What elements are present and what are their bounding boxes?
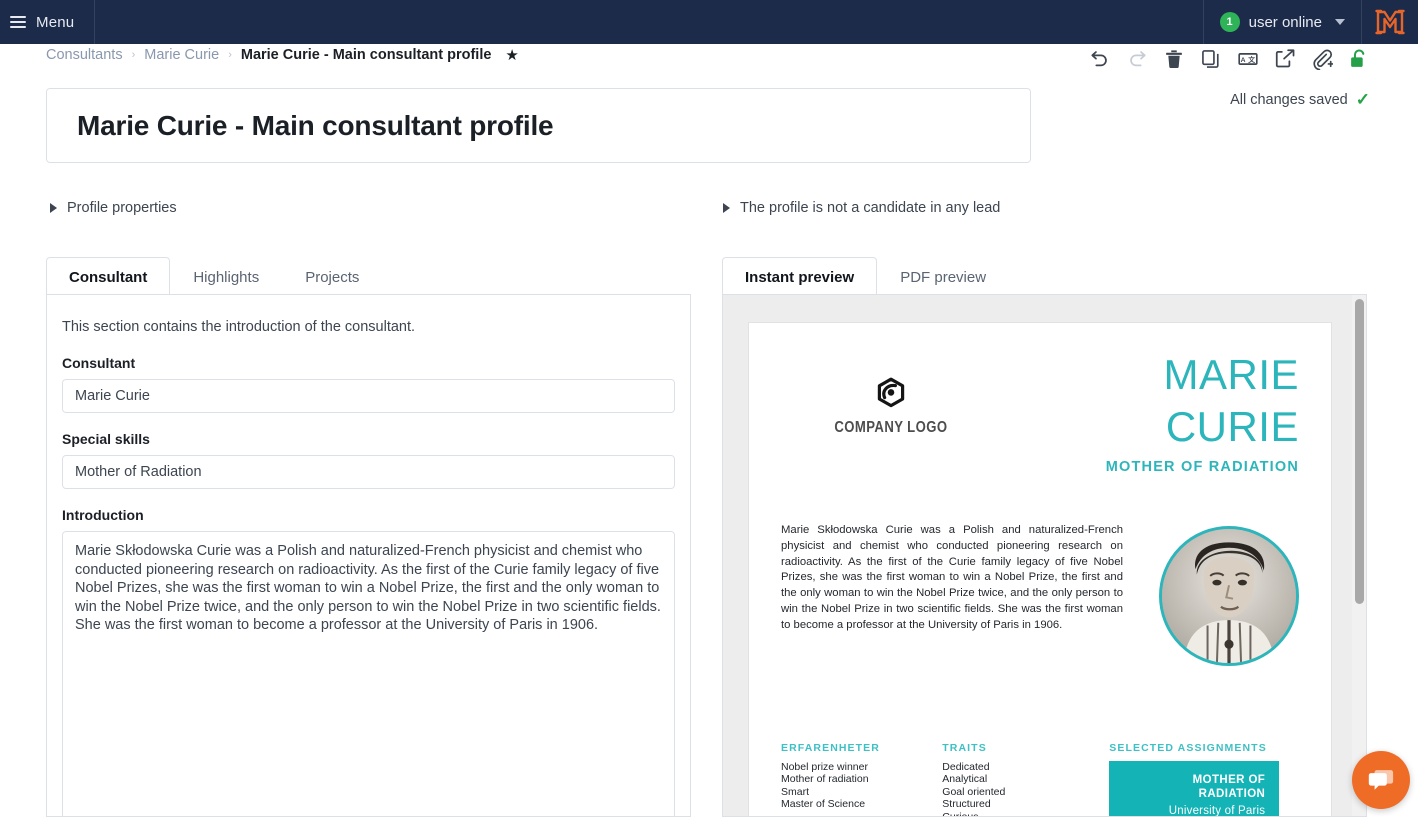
company-logo-icon <box>877 377 905 408</box>
chevron-right-icon <box>723 203 730 213</box>
field-label-consultant: Consultant <box>62 355 136 371</box>
list-item: Smart <box>781 785 810 798</box>
field-special-skills: Special skills <box>62 431 675 489</box>
translate-icon[interactable]: A 文 <box>1237 48 1259 70</box>
svg-text:A: A <box>1241 57 1246 64</box>
cv-column-assignments: SELECTED ASSIGNMENTS MOTHER OF RADIATION… <box>1109 742 1299 817</box>
field-label-special-skills: Special skills <box>62 431 150 447</box>
list-item: Dedicated <box>942 761 990 773</box>
list-item: Analytical <box>942 773 988 786</box>
attachment-icon[interactable] <box>1311 48 1334 71</box>
breadcrumb-separator: › <box>131 49 136 61</box>
cv-name-line-1: MARIE <box>1163 351 1299 398</box>
heading-traits: TRAITS <box>942 742 987 754</box>
cv-column-experience: ERFARENHETER Nobel prize winner Mother o… <box>781 742 942 816</box>
brand-m-logo[interactable] <box>1362 0 1418 44</box>
list-item: Nobel prize winner <box>781 761 868 773</box>
list-item: Mother of radiation <box>781 773 869 786</box>
list-item: Master of Science <box>781 798 866 811</box>
field-consultant: Consultant <box>62 355 675 413</box>
breadcrumb-current: Marie Curie - Main consultant profile <box>240 47 492 63</box>
special-skills-input[interactable] <box>62 455 675 489</box>
preview-scrollbar-track[interactable] <box>1352 295 1366 816</box>
menu-label: Menu <box>36 13 75 31</box>
company-logo-text: COMPANY LOGO <box>834 419 948 436</box>
tab-pdf-preview[interactable]: PDF preview <box>877 257 1009 297</box>
cv-subtitle: MOTHER OF RADIATION <box>1105 459 1299 475</box>
save-status-label: All changes saved <box>1230 92 1348 108</box>
cv-document: COMPANY LOGO MARIE CURIE MOTHER OF RADIA… <box>748 322 1332 817</box>
cv-columns: ERFARENHETER Nobel prize winner Mother o… <box>781 742 1299 817</box>
user-online-label: user online <box>1248 13 1322 31</box>
cv-header: COMPANY LOGO MARIE CURIE MOTHER OF RADIA… <box>781 349 1299 475</box>
assignment-title-line-2: RADIATION <box>1198 787 1266 800</box>
consultant-form-panel: This section contains the introduction o… <box>46 294 691 817</box>
collapsible-label: Profile properties <box>67 200 177 216</box>
user-online-dropdown[interactable]: 1 user online <box>1202 0 1362 44</box>
list-item: Curious <box>942 810 979 817</box>
cv-name-block: MARIE CURIE MOTHER OF RADIATION <box>1106 349 1299 475</box>
breadcrumb-item-consultants[interactable]: Consultants <box>46 47 123 63</box>
list-item: Goal oriented <box>942 785 1006 798</box>
menu-button[interactable]: Menu <box>0 0 96 44</box>
chevron-right-icon <box>50 203 57 213</box>
section-description: This section contains the introduction o… <box>62 319 416 335</box>
collapsible-label: The profile is not a candidate in any le… <box>740 200 1001 216</box>
collapsible-profile-properties[interactable]: Profile properties <box>50 200 177 216</box>
breadcrumb: Consultants › Marie Curie › Marie Curie … <box>46 46 519 64</box>
consultant-input[interactable] <box>62 379 675 413</box>
tab-projects[interactable]: Projects <box>282 257 382 297</box>
field-label-introduction: Introduction <box>62 507 144 523</box>
check-icon: ✓ <box>1355 90 1370 109</box>
hamburger-icon <box>10 16 26 28</box>
save-status: All changes saved ✓ <box>1230 90 1370 110</box>
trash-icon[interactable] <box>1163 48 1185 70</box>
page-title-card[interactable]: Marie Curie - Main consultant profile <box>46 88 1031 163</box>
chevron-down-icon <box>1335 19 1345 25</box>
instant-preview-panel: COMPANY LOGO MARIE CURIE MOTHER OF RADIA… <box>722 294 1367 817</box>
assignment-card: MOTHER OF RADIATION University of Paris … <box>1109 761 1280 817</box>
redo-icon[interactable] <box>1126 48 1148 70</box>
company-logo-block: COMPANY LOGO <box>781 349 1001 437</box>
field-introduction: Introduction Marie Skłodowska Curie was … <box>62 507 675 816</box>
breadcrumb-separator: › <box>228 49 232 61</box>
cv-column-traits: TRAITS Dedicated Analytical Goal oriente… <box>942 742 1109 817</box>
top-navbar: Menu 1 user online <box>0 0 1418 44</box>
tab-consultant[interactable]: Consultant <box>46 257 171 297</box>
copy-icon[interactable] <box>1200 48 1222 70</box>
heading-selected-assignments: SELECTED ASSIGNMENTS <box>1109 742 1267 754</box>
left-tabstrip: Consultant Highlights Projects <box>46 256 691 297</box>
breadcrumb-item-marie-curie[interactable]: Marie Curie <box>144 47 219 63</box>
preview-scrollbar-thumb[interactable] <box>1355 299 1364 604</box>
right-tabstrip: Instant preview PDF preview <box>722 256 1367 297</box>
consultant-portrait-photo <box>1159 526 1299 666</box>
svg-text:文: 文 <box>1247 55 1255 64</box>
chat-bubble[interactable] <box>1352 751 1410 809</box>
page-title: Marie Curie - Main consultant profile <box>77 109 554 141</box>
cv-bio-text: Marie Skłodowska Curie was a Polish and … <box>781 524 1123 631</box>
online-count-badge: 1 <box>1219 12 1240 32</box>
action-toolbar: A 文 <box>1089 48 1370 71</box>
introduction-textarea[interactable]: Marie Skłodowska Curie was a Polish and … <box>62 531 675 816</box>
undo-icon[interactable] <box>1089 48 1111 70</box>
assignment-organisation: University of Paris <box>1168 805 1266 817</box>
share-icon[interactable] <box>1274 48 1296 70</box>
cv-name-line-2: CURIE <box>1165 403 1299 450</box>
unlock-icon[interactable] <box>1348 48 1370 70</box>
collapsible-lead-status[interactable]: The profile is not a candidate in any le… <box>723 200 1000 216</box>
cv-photo-block <box>1159 523 1299 666</box>
heading-erfarenheter: ERFARENHETER <box>781 742 880 754</box>
navbar-right: 1 user online <box>1202 0 1418 44</box>
cv-body: Marie Skłodowska Curie was a Polish and … <box>781 523 1299 666</box>
favorite-star-icon[interactable]: ★ <box>505 46 518 64</box>
tab-instant-preview[interactable]: Instant preview <box>722 257 878 297</box>
assignment-title-line-1: MOTHER OF <box>1192 774 1266 786</box>
tab-highlights[interactable]: Highlights <box>170 257 282 297</box>
list-item: Structured <box>942 798 991 811</box>
